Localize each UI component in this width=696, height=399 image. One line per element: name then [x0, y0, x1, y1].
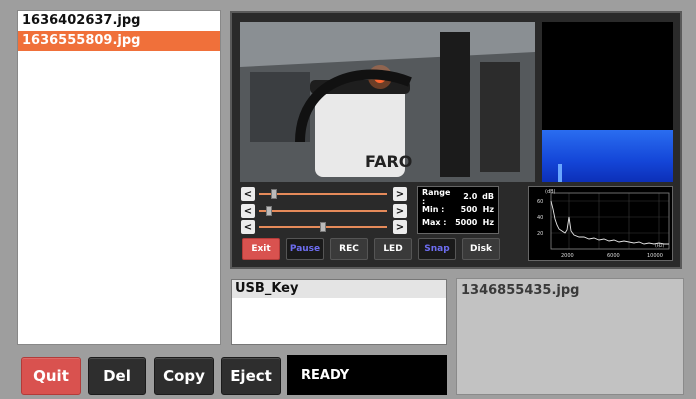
range-value: 2.0 [463, 192, 478, 201]
led-button[interactable]: LED [374, 238, 412, 260]
video-label: FARO [365, 152, 412, 171]
range-label: Range : [422, 187, 451, 206]
spectrogram-band [542, 130, 673, 182]
max-label: Max : [422, 218, 447, 227]
fft-ytick: 60 [537, 199, 543, 205]
file-list-item[interactable]: 1636402637.jpg [18, 11, 220, 31]
slider-track[interactable] [259, 189, 387, 199]
video-feed: FARO [240, 22, 535, 182]
status-display: READY [287, 355, 447, 395]
slider-increase-button[interactable]: > [393, 204, 407, 218]
eject-button[interactable]: Eject [221, 357, 281, 395]
min-value: 500 [460, 205, 478, 214]
max-unit: Hz [482, 218, 494, 227]
rec-button[interactable]: REC [330, 238, 368, 260]
max-value: 5000 [455, 218, 478, 227]
fft-plot: (dB) 60 40 20 2000 6000 10000 (Hz) [528, 186, 673, 261]
min-unit: Hz [482, 205, 494, 214]
fft-xtick: 2000 [561, 253, 574, 259]
slider-row-2[interactable]: < > [241, 204, 407, 218]
usb-title: USB_Key [232, 280, 446, 298]
range-readout: Range : 2.0 dB Min : 500 Hz Max : 5000 H… [417, 186, 499, 234]
usb-panel[interactable]: USB_Key [231, 279, 447, 345]
fft-ylabel: (dB) [545, 189, 556, 195]
camera-panel: FARO < > < > < > Range : 2.0 dB Min : 50… [230, 11, 682, 269]
fft-xtick: 6000 [607, 253, 620, 259]
preview-panel: 1346855435.jpg [456, 278, 684, 395]
min-label: Min : [422, 205, 445, 214]
exit-button[interactable]: Exit [242, 238, 280, 260]
fft-ytick: 40 [537, 215, 543, 221]
spectrogram-view [542, 22, 673, 182]
slider-thumb[interactable] [320, 222, 326, 232]
slider-decrease-button[interactable]: < [241, 220, 255, 234]
file-list[interactable]: 1636402637.jpg 1636555809.jpg [17, 10, 221, 345]
range-unit: dB [482, 192, 494, 201]
slider-thumb[interactable] [271, 189, 278, 199]
fft-xtick: 10000 [647, 253, 663, 259]
snap-button[interactable]: Snap [418, 238, 456, 260]
quit-button[interactable]: Quit [21, 357, 81, 395]
slider-decrease-button[interactable]: < [241, 187, 255, 201]
fft-ytick: 20 [537, 231, 543, 237]
slider-row-3[interactable]: < > [241, 220, 407, 234]
slider-thumb[interactable] [266, 206, 273, 216]
fft-xlabel: (Hz) [655, 243, 665, 249]
slider-increase-button[interactable]: > [393, 187, 407, 201]
pause-button[interactable]: Pause [286, 238, 324, 260]
delete-button[interactable]: Del [88, 357, 146, 395]
slider-decrease-button[interactable]: < [241, 204, 255, 218]
preview-filename: 1346855435.jpg [461, 283, 580, 298]
disk-button[interactable]: Disk [462, 238, 500, 260]
slider-track[interactable] [259, 206, 387, 216]
slider-track[interactable] [259, 222, 387, 232]
slider-row-1[interactable]: < > [241, 187, 407, 201]
video-frame-image: FARO [240, 22, 535, 182]
fft-chart: (dB) 60 40 20 2000 6000 10000 (Hz) [537, 189, 670, 259]
copy-button[interactable]: Copy [154, 357, 214, 395]
file-list-item-selected[interactable]: 1636555809.jpg [18, 31, 220, 51]
slider-increase-button[interactable]: > [393, 220, 407, 234]
